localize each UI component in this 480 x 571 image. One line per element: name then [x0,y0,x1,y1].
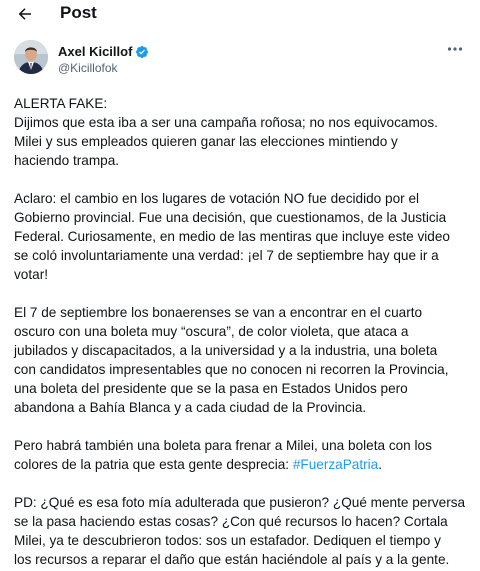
tweet-paragraph-5: PD: ¿Qué es esa foto mía adulterada que … [14,493,474,569]
page-title: Post [60,3,97,22]
tweet-line: Milei, ya te descubrieron todos: sos un … [14,533,441,548]
avatar[interactable] [14,40,48,74]
more-options-button[interactable] [444,42,466,56]
tweet-line: con candidatos impresentables que no con… [14,362,449,377]
more-horizontal-icon [447,47,463,51]
display-name[interactable]: Axel Kicillof [58,44,132,59]
avatar-image [14,40,48,74]
tweet-paragraph-4: Pero habrá también una boleta para frena… [14,436,474,474]
tweet-line: El 7 de septiembre los bonaerenses se va… [14,305,423,320]
back-button[interactable] [14,3,36,25]
tweet-line: Federal. Curiosamente, en medio de las m… [14,229,450,244]
tweet-line: votar! [14,267,48,282]
tweet-punctuation: . [378,457,383,472]
tweet-line: se coló involuntariamente una verdad: ¡e… [14,248,439,263]
author-block: Axel Kicillof @Kicillofok [14,40,466,80]
verified-badge-icon [136,45,149,58]
tweet-line: Dijimos que esta iba a ser una campaña r… [14,115,438,130]
tweet-line: una boleta del presidente que se la pasa… [14,381,408,396]
tweet-line: Milei y sus empleados quieren ganar las … [14,134,398,149]
name-row: Axel Kicillof [58,44,149,59]
hashtag-link[interactable]: #FuerzaPatria [293,457,378,472]
tweet-paragraph-1: ALERTA FAKE: Dijimos que esta iba a ser … [14,94,474,170]
tweet-line: oscuro con una boleta muy “oscura”, de c… [14,324,409,339]
tweet-paragraph-3: El 7 de septiembre los bonaerenses se va… [14,303,474,417]
tweet-line: PD: ¿Qué es esa foto mía adulterada que … [14,495,466,510]
tweet-line: ALERTA FAKE: [14,96,108,111]
user-handle[interactable]: @Kicillofok [58,61,118,75]
tweet-line: se la pasa haciendo estas cosas? ¿Con qu… [14,514,448,529]
arrow-left-icon [18,8,31,20]
tweet-line: abandona a Bahía Blanca y a cada ciudad … [14,400,367,415]
tweet-line: jubilados y discapacitados, a la univers… [14,343,438,358]
tweet-text: ALERTA FAKE: Dijimos que esta iba a ser … [14,94,474,569]
tweet-paragraph-2: Aclaro: el cambio en los lugares de vota… [14,189,474,284]
tweet-line: Aclaro: el cambio en los lugares de vota… [14,191,420,206]
post-header: Post [0,0,480,28]
tweet-line: haciendo trampa. [14,153,120,168]
tweet-line: los recursos a reparar el daño que están… [14,552,450,567]
tweet-line: colores de la patria que esta gente desp… [14,457,293,472]
tweet-line: Pero habrá también una boleta para frena… [14,438,432,453]
tweet-line: Gobierno provincial. Fue una decisión, q… [14,210,447,225]
